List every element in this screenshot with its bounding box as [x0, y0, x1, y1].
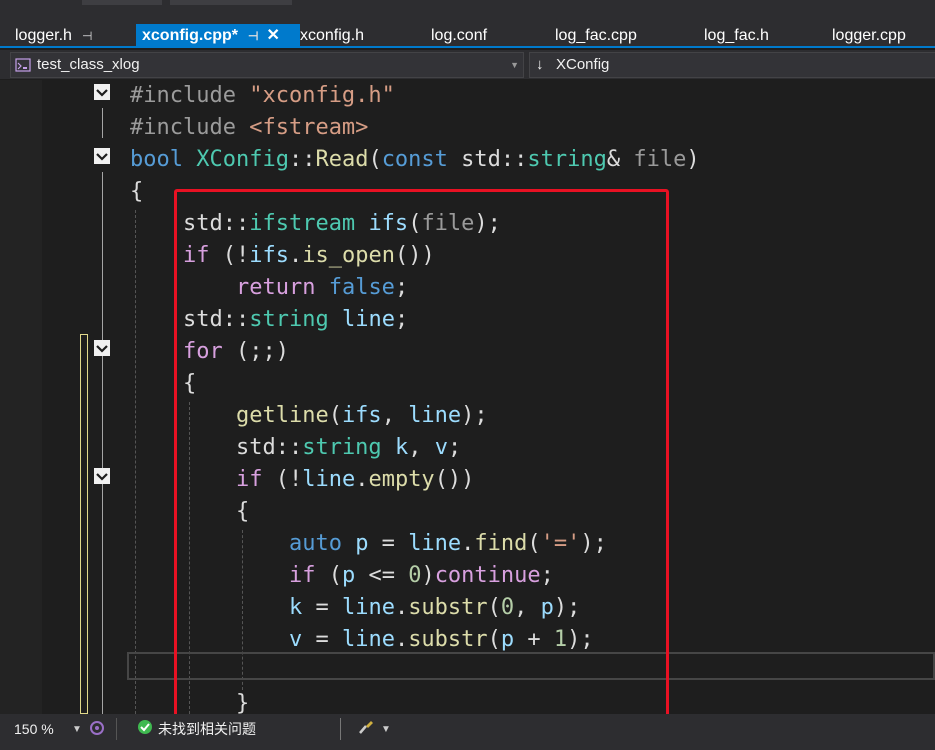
code-editor[interactable]: #include "xconfig.h" #include <fstream> bo… — [0, 80, 935, 714]
fold-line — [102, 108, 103, 138]
code-token: :: — [288, 147, 316, 172]
separator — [116, 718, 117, 740]
fold-line — [102, 172, 103, 714]
code-token: Read — [315, 147, 369, 172]
tab-label: logger.h — [15, 27, 72, 44]
tab-xconfig-cpp[interactable]: xconfig.cpp* ⊣ ✕ — [136, 24, 300, 48]
pin-icon[interactable]: ⊣ — [82, 29, 92, 43]
fold-toggle-icon[interactable] — [94, 468, 110, 484]
tab-log-fac-h[interactable]: log_fac.h — [704, 24, 769, 48]
tab-log-fac-cpp[interactable]: log_fac.cpp — [555, 24, 637, 48]
tab-label: xconfig.h — [300, 27, 365, 44]
ai-assistant-icon[interactable] — [88, 719, 106, 737]
project-name: test_class_xlog — [37, 56, 140, 73]
tab-label: log_fac.cpp — [555, 27, 637, 44]
code-token: bool — [130, 147, 183, 172]
code-token: { — [130, 179, 144, 204]
fold-toggle-icon[interactable] — [94, 84, 110, 100]
check-circle-icon — [138, 720, 152, 734]
issues-status[interactable]: 未找到相关问题 — [158, 720, 256, 738]
fold-toggle-icon[interactable] — [94, 148, 110, 164]
member-name: XConfig — [556, 56, 610, 73]
chevron-down-icon[interactable]: ▼ — [72, 721, 82, 739]
code-token: #include — [130, 83, 250, 108]
navigation-bar: test_class_xlog ▼ ↓ XConfig — [0, 50, 935, 79]
close-icon[interactable]: ✕ — [266, 27, 279, 44]
code-token: "xconfig.h" — [249, 83, 395, 108]
zoom-level[interactable]: 150 % — [14, 720, 54, 738]
tab-label: xconfig.cpp* — [142, 27, 239, 44]
active-tab-underline — [0, 46, 935, 48]
editor-status-bar: 150 % ▼ 未找到相关问题 ▼ — [0, 714, 935, 750]
document-tab-bar: logger.h ⊣ xconfig.cpp* ⊣ ✕ xconfig.h log.c… — [0, 6, 935, 48]
tab-label: logger.cpp — [832, 27, 906, 44]
code-line[interactable]: #include "xconfig.h" — [130, 80, 395, 112]
project-icon — [15, 58, 31, 72]
member-icon: ↓ — [536, 56, 544, 73]
code-token: & — [606, 147, 634, 172]
code-token: file — [633, 147, 687, 172]
red-annotation-box — [174, 189, 669, 714]
tab-logger-h[interactable]: logger.h ⊣ — [15, 24, 92, 48]
chevron-down-icon[interactable]: ▼ — [381, 721, 391, 739]
editor-margin — [0, 80, 42, 714]
separator — [340, 718, 341, 740]
code-line[interactable]: bool XConfig::Read(const std::string& fi… — [130, 144, 700, 176]
brush-icon[interactable] — [357, 718, 375, 736]
code-token: ( — [368, 147, 382, 172]
code-token: ) — [686, 147, 700, 172]
code-token: std:: — [447, 147, 528, 172]
tab-xconfig-h[interactable]: xconfig.h — [300, 24, 364, 48]
code-token: <fstream> — [249, 115, 369, 140]
tab-label: log_fac.h — [704, 27, 769, 44]
code-token: #include — [130, 115, 250, 140]
code-line[interactable]: { — [130, 176, 143, 208]
change-indicator — [80, 334, 88, 714]
project-dropdown[interactable]: test_class_xlog ▼ — [10, 52, 524, 78]
chevron-down-icon: ▼ — [510, 60, 519, 70]
pin-icon[interactable]: ⊣ — [248, 29, 258, 43]
member-dropdown[interactable]: ↓ XConfig — [529, 52, 935, 78]
code-token: const — [381, 147, 448, 172]
code-token: string — [527, 147, 607, 172]
toolbar-remnant — [82, 0, 162, 5]
tab-logger-cpp[interactable]: logger.cpp — [832, 24, 906, 48]
tab-label: log.conf — [431, 27, 488, 44]
fold-toggle-icon[interactable] — [94, 340, 110, 356]
code-line[interactable]: #include <fstream> — [130, 112, 368, 144]
toolbar-remnant — [170, 0, 292, 5]
code-token: XConfig — [196, 147, 289, 172]
tab-log-conf[interactable]: log.conf — [431, 24, 487, 48]
